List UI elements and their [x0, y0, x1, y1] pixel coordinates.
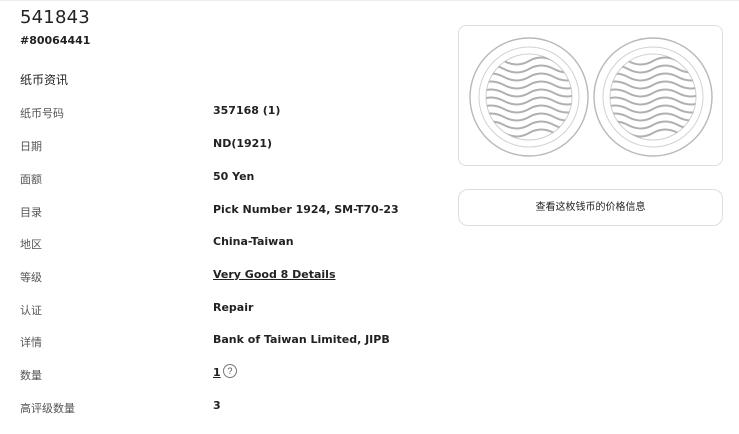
detail-label: 面额 [20, 173, 42, 186]
detail-value: Bank of Taiwan Limited, JIPB [213, 333, 390, 346]
detail-label: 纸币号码 [20, 107, 64, 120]
detail-row-certification: 认证 Repair [20, 300, 440, 320]
detail-row-catalog: 目录 Pick Number 1924, SM-T70-23 [20, 202, 440, 222]
detail-value: 50 Yen [213, 170, 255, 183]
grade-link[interactable]: Very Good 8 Details [213, 268, 336, 281]
detail-row-higher-grade-count: 高评级数量 3 [20, 398, 440, 418]
quantity-link[interactable]: 1 [213, 366, 221, 379]
detail-label: 详情 [20, 336, 42, 349]
detail-label: 认证 [20, 304, 42, 317]
detail-label: 数量 [20, 369, 42, 382]
coin-image-panel[interactable] [458, 25, 723, 166]
detail-label: 目录 [20, 206, 42, 219]
detail-row-date: 日期 ND(1921) [20, 136, 440, 156]
question-circle-icon[interactable]: ? [223, 364, 237, 378]
coin-front-placeholder-icon [469, 37, 589, 157]
detail-label: 高评级数量 [20, 402, 75, 415]
detail-value: 357168 (1) [213, 104, 281, 117]
top-divider [0, 0, 739, 1]
detail-label: 地区 [20, 238, 42, 251]
coin-back-placeholder-icon [593, 37, 713, 157]
view-price-info-button[interactable]: 查看这枚钱币的价格信息 [458, 189, 723, 226]
detail-value: ND(1921) [213, 137, 273, 150]
detail-value: Pick Number 1924, SM-T70-23 [213, 203, 399, 216]
detail-row-denomination: 面额 50 Yen [20, 169, 440, 189]
detail-row-details: 详情 Bank of Taiwan Limited, JIPB [20, 332, 440, 352]
section-title: 纸币资讯 [20, 73, 69, 87]
detail-value: China-Taiwan [213, 235, 294, 248]
page-title: 541843 [20, 7, 90, 28]
detail-value: 3 [213, 399, 221, 412]
detail-row-serial: 纸币号码 357168 (1) [20, 103, 440, 123]
cert-number: #80064441 [20, 34, 91, 47]
coin-placeholder-images [469, 37, 713, 157]
detail-label: 日期 [20, 140, 42, 153]
detail-row-quantity: 数量 1 ? [20, 364, 440, 385]
detail-row-grade: 等级 Very Good 8 Details [20, 267, 440, 287]
detail-value: Repair [213, 301, 254, 314]
detail-label: 等级 [20, 271, 42, 284]
detail-row-region: 地区 China-Taiwan [20, 234, 440, 254]
